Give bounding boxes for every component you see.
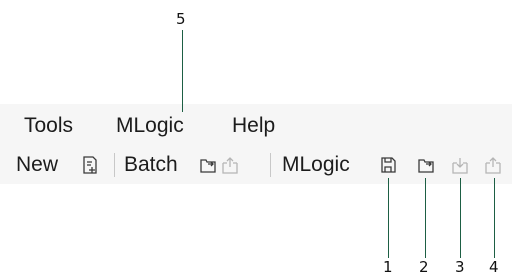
toolbar-mlogic-label: MLogic <box>282 153 350 176</box>
menu-mlogic[interactable]: MLogic <box>116 114 184 138</box>
callout-1-leader <box>388 178 389 258</box>
callout-5-leader <box>182 30 183 112</box>
batch-export-disabled-icon <box>222 155 238 175</box>
toolbar-separator <box>114 153 115 177</box>
callout-4-leader <box>494 178 495 258</box>
callout-2: 2 <box>419 258 429 276</box>
new-file-icon[interactable] <box>82 155 98 175</box>
callout-5: 5 <box>176 10 186 28</box>
save-icon[interactable] <box>380 155 396 175</box>
callout-3: 3 <box>455 258 465 276</box>
toolbar-separator <box>270 153 271 177</box>
callout-2-leader <box>425 178 426 258</box>
toolbar-batch-label: Batch <box>124 153 178 176</box>
toolbar-new-label: New <box>16 153 59 176</box>
callout-4: 4 <box>489 258 499 276</box>
export-disabled-icon <box>485 155 501 175</box>
menu-help[interactable]: Help <box>232 114 275 138</box>
mlogic-folder-open-icon[interactable] <box>418 155 434 175</box>
callout-1: 1 <box>383 258 393 276</box>
callout-3-leader <box>460 178 461 258</box>
menu-tools[interactable]: Tools <box>24 114 73 138</box>
import-disabled-icon <box>452 155 468 175</box>
batch-folder-open-icon[interactable] <box>200 155 216 175</box>
toolbar <box>0 142 512 184</box>
